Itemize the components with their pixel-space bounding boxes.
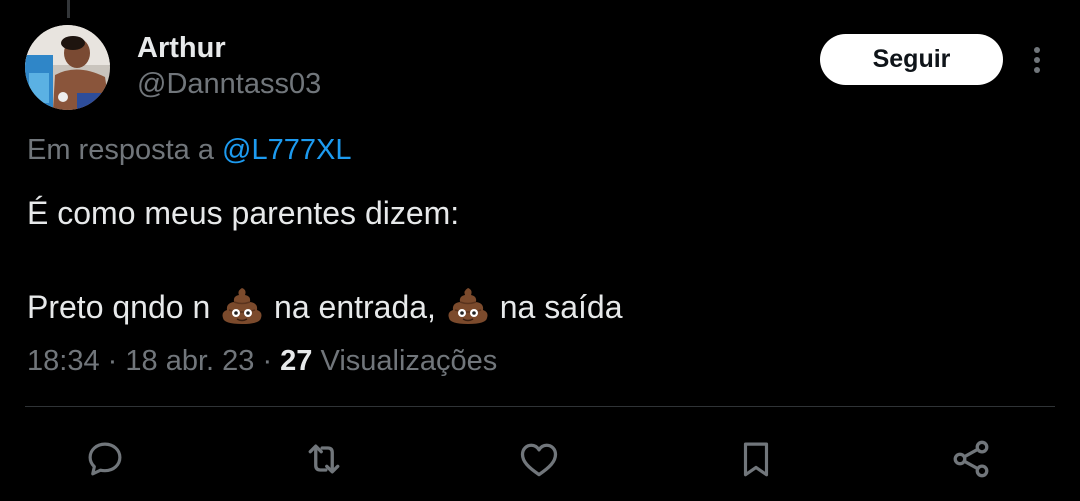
tweet-time[interactable]: 18:34 bbox=[27, 345, 100, 377]
follow-button[interactable]: Seguir bbox=[820, 34, 1003, 85]
avatar[interactable] bbox=[25, 25, 110, 110]
divider bbox=[25, 406, 1055, 407]
more-options-button[interactable] bbox=[1022, 40, 1052, 80]
more-vertical-icon bbox=[1034, 47, 1040, 73]
reply-icon bbox=[88, 442, 122, 476]
pile-of-poo-icon bbox=[222, 288, 262, 324]
like-button[interactable] bbox=[517, 437, 561, 481]
tweet-text-part-1: Preto qndo n bbox=[27, 289, 211, 325]
reply-context: Em resposta a @L777XL bbox=[27, 132, 351, 168]
retweet-button[interactable] bbox=[302, 437, 346, 481]
tweet-date[interactable]: 18 abr. 23 bbox=[125, 345, 254, 377]
thread-connector-line bbox=[67, 0, 70, 18]
bookmark-icon bbox=[743, 442, 769, 477]
views-label[interactable]: Visualizações bbox=[321, 345, 498, 377]
tweet-text-part-3: na saída bbox=[499, 289, 623, 325]
share-icon bbox=[953, 440, 989, 478]
author-handle[interactable]: @Danntass03 bbox=[137, 66, 321, 102]
pile-of-poo-icon bbox=[448, 288, 488, 324]
author-name[interactable]: Arthur bbox=[137, 30, 226, 66]
reply-mention-link[interactable]: @L777XL bbox=[222, 134, 351, 166]
reply-button[interactable] bbox=[83, 437, 127, 481]
tweet-text-line-2: Preto qndo n na entrada, na saída bbox=[27, 284, 622, 328]
tweet-text-part-2: na entrada, bbox=[274, 289, 436, 325]
bookmark-button[interactable] bbox=[734, 437, 778, 481]
reply-prefix: Em resposta a bbox=[27, 134, 214, 166]
views-count: 27 bbox=[280, 345, 313, 377]
like-icon bbox=[520, 443, 558, 477]
retweet-icon bbox=[308, 444, 340, 474]
tweet-text-line-1: É como meus parentes dizem: bbox=[27, 195, 460, 231]
tweet-meta: 18:34 · 18 abr. 23 · 27 Visualizações bbox=[27, 343, 497, 379]
share-button[interactable] bbox=[949, 437, 993, 481]
meta-separator: · bbox=[262, 345, 273, 377]
meta-separator: · bbox=[107, 345, 118, 377]
